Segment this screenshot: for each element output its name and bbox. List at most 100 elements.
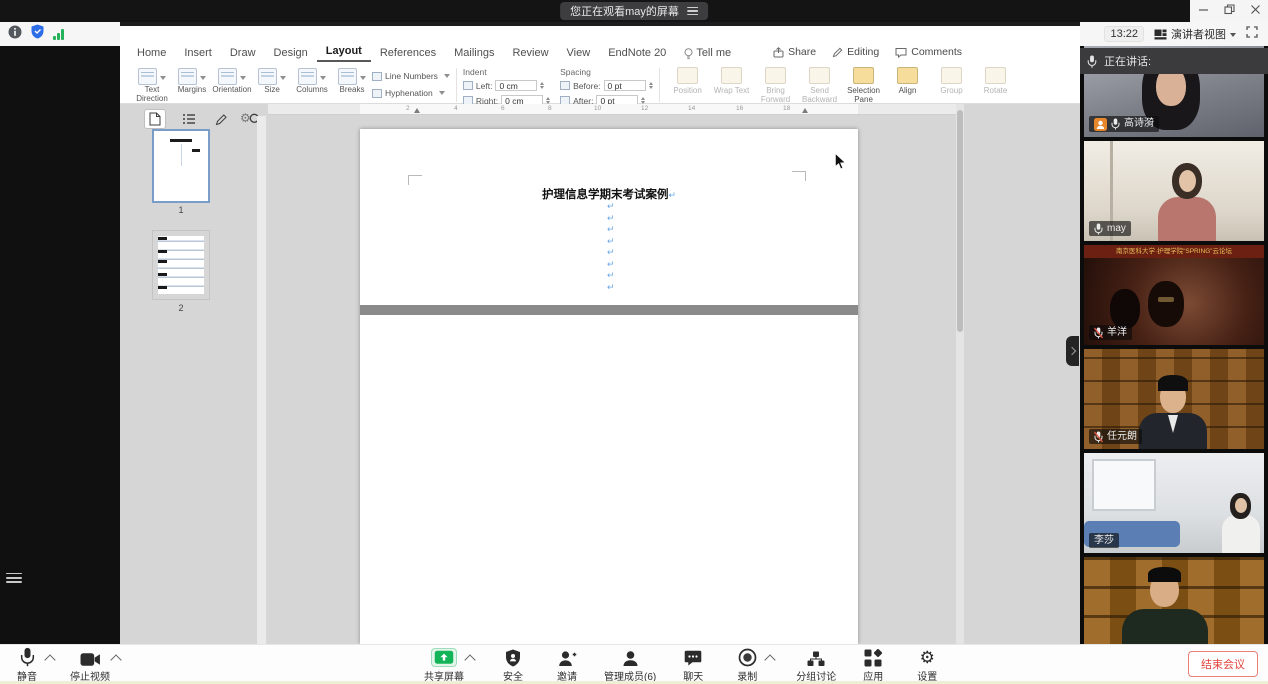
stop-video-button[interactable]: 停止视频 [70, 648, 110, 683]
mute-options-chevron[interactable] [44, 654, 55, 665]
video-options-chevron[interactable] [110, 654, 121, 665]
orientation-button[interactable]: Orientation [212, 67, 252, 94]
participant-video-2[interactable]: may [1084, 141, 1264, 241]
sidebar-collapse-handle[interactable] [1066, 336, 1079, 366]
chevron-down-icon [1230, 33, 1236, 40]
share-screen-icon [434, 650, 454, 665]
chat-bubble-icon [684, 650, 702, 667]
security-button[interactable]: 安全 [496, 648, 530, 683]
word-scrollbar-thumb[interactable] [957, 110, 963, 332]
tab-references[interactable]: References [371, 45, 445, 62]
share-button[interactable]: Share [773, 46, 816, 58]
page-thumbnail-1[interactable] [152, 129, 210, 203]
horizontal-ruler: 2 4 6 8 10 12 14 16 18 [268, 104, 958, 115]
record-button[interactable]: 录制 [730, 648, 764, 683]
orientation-icon [218, 68, 237, 85]
collapsed-panel-handle[interactable] [6, 570, 22, 585]
tab-draw[interactable]: Draw [221, 45, 265, 62]
group-icon [941, 67, 962, 84]
participant-video-3[interactable]: 南京医科大学·护理学院“SPRING”云论坛 羊洋 [1084, 245, 1264, 345]
document-page[interactable]: 护理信息学期末考试案例↵ ↵↵↵↵↵↵↵↵ [360, 129, 858, 644]
tab-layout[interactable]: Layout [317, 43, 371, 62]
participant-video-5[interactable]: 李莎 [1084, 453, 1264, 553]
meeting-clock: 13:22 [1104, 26, 1144, 42]
manage-members-button[interactable]: 管理成员(6) [604, 648, 656, 683]
network-signal-icon[interactable] [53, 29, 64, 40]
hyphenation-button[interactable]: Hyphenation [372, 86, 450, 100]
tab-insert[interactable]: Insert [175, 45, 221, 62]
position-button[interactable]: Position [666, 67, 710, 95]
close-icon[interactable] [1250, 2, 1261, 20]
pane-settings-gear-icon[interactable]: ⚙ [240, 111, 251, 125]
share-icon [773, 47, 784, 58]
rotate-button[interactable]: Rotate [974, 67, 1018, 95]
selection-pane-button[interactable]: Selection Pane [842, 67, 886, 104]
participant-video-6[interactable] [1084, 557, 1264, 644]
share-options-chevron[interactable] [464, 654, 475, 665]
invite-button[interactable]: 邀请 [550, 648, 584, 683]
tab-tell-me[interactable]: Tell me [675, 45, 740, 62]
banner-menu-icon[interactable] [687, 5, 698, 18]
rotate-icon [985, 67, 1006, 84]
wrap-text-icon [721, 67, 742, 84]
tab-mailings[interactable]: Mailings [445, 45, 503, 62]
settings-button[interactable]: ⚙ 设置 [910, 648, 944, 683]
page-thumbnail-2[interactable] [152, 230, 210, 300]
tab-home[interactable]: Home [128, 45, 175, 62]
spacing-before-field[interactable]: 0 pt [604, 80, 646, 91]
columns-button[interactable]: Columns [292, 67, 332, 94]
record-options-chevron[interactable] [765, 654, 776, 665]
camera-icon [80, 652, 101, 667]
page-break-icon [338, 68, 357, 85]
share-screen-button[interactable]: 共享屏幕 [424, 648, 464, 683]
view-mode-selector[interactable]: 演讲者视图 [1154, 26, 1236, 42]
word-workspace: ⚙ 1 2 2 4 6 8 10 12 14 16 18 [120, 104, 1080, 644]
apps-button[interactable]: 应用 [856, 648, 890, 683]
send-backward-button[interactable]: Send Backward [798, 67, 842, 104]
draw-pane-icon[interactable] [212, 110, 232, 128]
thumbnail-pane-icon[interactable] [144, 109, 166, 129]
fullscreen-icon[interactable] [1246, 25, 1258, 43]
microphone-icon [20, 647, 35, 667]
participant-video-4[interactable]: 任元朗 [1084, 349, 1264, 449]
record-icon [738, 648, 757, 667]
margins-button[interactable]: Margins [172, 67, 212, 94]
indent-left-field[interactable]: 0 cm [495, 80, 537, 91]
outline-pane-icon[interactable] [179, 110, 199, 128]
meeting-info-icon[interactable] [8, 25, 22, 44]
comments-button[interactable]: Comments [895, 46, 962, 58]
end-meeting-button[interactable]: 结束会议 [1188, 651, 1258, 677]
lightbulb-icon [684, 48, 693, 60]
breaks-button[interactable]: Breaks [332, 67, 372, 94]
tab-design[interactable]: Design [265, 45, 317, 62]
indent-marker-left[interactable] [414, 105, 420, 113]
tab-review[interactable]: Review [503, 45, 557, 62]
mute-button[interactable]: 静音 [10, 648, 44, 683]
spacing-before-stepper[interactable] [649, 80, 653, 92]
align-button[interactable]: Align [886, 67, 930, 95]
columns-icon [298, 68, 317, 85]
text-direction-button[interactable]: Text Direction [132, 67, 172, 103]
tab-view[interactable]: View [558, 45, 600, 62]
size-button[interactable]: Size [252, 67, 292, 94]
editing-mode-button[interactable]: Editing [832, 46, 879, 58]
word-ribbon-tabs: Home Insert Draw Design Layout Reference… [128, 44, 740, 62]
indent-marker-right[interactable] [802, 105, 808, 113]
breakout-rooms-button[interactable]: 分组讨论 [796, 648, 836, 683]
minimize-icon[interactable] [1198, 2, 1209, 20]
security-shield-icon[interactable] [31, 24, 44, 44]
chat-button[interactable]: 聊天 [676, 648, 710, 683]
restore-icon[interactable] [1224, 2, 1235, 20]
wrap-text-button[interactable]: Wrap Text [710, 67, 754, 95]
line-numbers-button[interactable]: Line Numbers [372, 69, 450, 83]
gear-icon: ⚙ [920, 648, 935, 667]
group-button[interactable]: Group [930, 67, 974, 95]
bring-forward-button[interactable]: Bring Forward [754, 67, 798, 104]
indent-left-stepper[interactable] [540, 80, 544, 92]
view-mode-label: 演讲者视图 [1171, 26, 1226, 42]
page-break-separator [360, 305, 858, 315]
tab-endnote[interactable]: EndNote 20 [599, 45, 675, 62]
word-scrollbar-track[interactable] [956, 104, 964, 644]
hyphenation-icon [372, 89, 382, 98]
participant-name-tag: may [1089, 221, 1131, 236]
